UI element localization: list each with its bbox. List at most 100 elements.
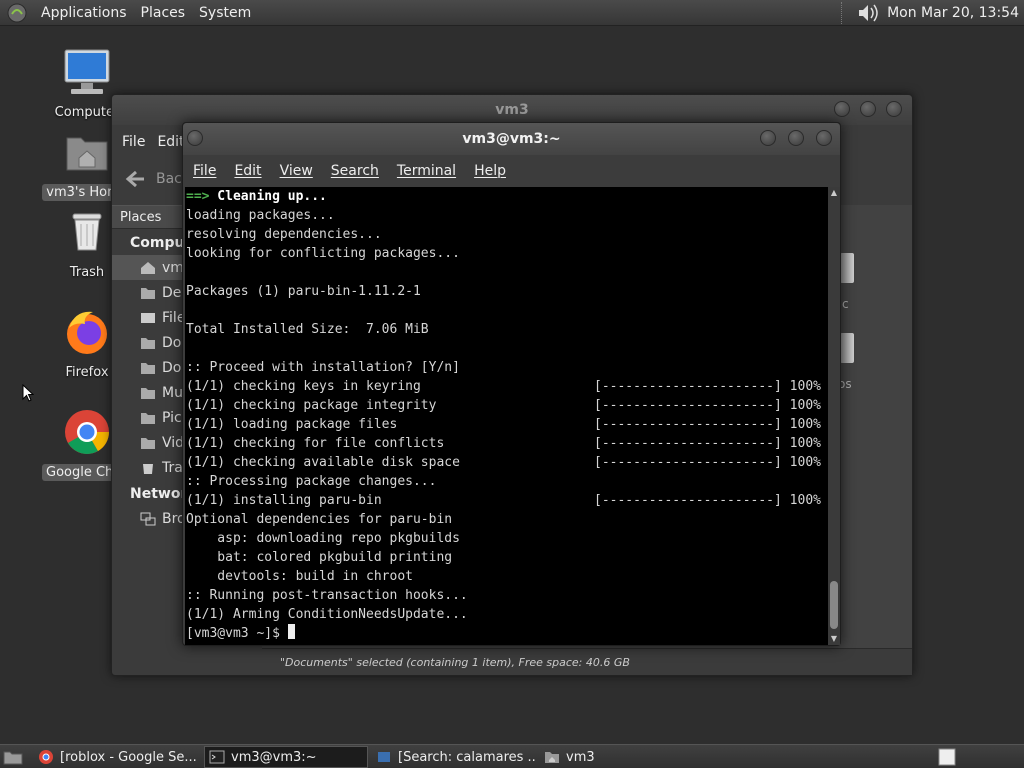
terminal-line-text: :: Proceed with installation? [Y/n] [186, 360, 460, 375]
terminal-progress-bar: [----------------------] 100% [594, 398, 821, 413]
terminal-arrow-marker: ==> [186, 189, 210, 204]
terminal-prompt-line[interactable]: [vm3@vm3 ~]$ [185, 624, 829, 643]
fm-minimize-button[interactable] [834, 101, 850, 117]
terminal-line: looking for conflicting packages... [185, 244, 829, 263]
scroll-down-arrow-icon[interactable]: ▼ [828, 633, 840, 645]
terminal-scrollbar[interactable]: ▲ ▼ [828, 187, 840, 645]
terminal-line-text: (1/1) checking package integrity [186, 398, 437, 413]
terminal-progress-bar: [----------------------] 100% [594, 417, 821, 432]
terminal-line: resolving dependencies... [185, 225, 829, 244]
clock[interactable]: Mon Mar 20, 13:54 [887, 5, 1024, 21]
terminal-line-text: :: Processing package changes... [186, 474, 437, 489]
folder-icon [141, 387, 155, 399]
folder-icon [141, 337, 155, 349]
terminal-line-text: loading packages... [186, 208, 335, 223]
computer-icon [64, 49, 110, 94]
terminal-line: Packages (1) paru-bin-1.11.2-1 [185, 282, 829, 301]
task-label: [roblox - Google Se... [60, 749, 197, 765]
terminal-line-text: (1/1) installing paru-bin [186, 493, 382, 508]
terminal-line: Optional dependencies for paru-bin [185, 510, 829, 529]
desktop-icon-label: Trash [69, 265, 105, 280]
fm-close-button[interactable] [886, 101, 902, 117]
terminal-menu-help[interactable]: Help [474, 163, 524, 179]
task-label: vm3 [566, 749, 595, 765]
terminal-line: loading packages... [185, 206, 829, 225]
terminal-progress-bar: [----------------------] 100% [594, 379, 821, 394]
task-label: [Search: calamares ... [398, 749, 536, 765]
file-manager-title[interactable]: vm3 [112, 95, 912, 125]
terminal-minimize-button[interactable] [760, 130, 776, 146]
terminal-line-text: bat: colored pkgbuild printing [186, 550, 453, 565]
scrollbar-thumb[interactable] [830, 581, 838, 629]
folder-icon [141, 287, 155, 299]
terminal-prompt: [vm3@vm3 ~]$ [186, 626, 288, 641]
task-file-manager[interactable]: vm3 [540, 746, 640, 768]
task-terminal[interactable]: vm3@vm3:~ [204, 746, 368, 768]
terminal-menubar: File Edit View Search Terminal Help [183, 155, 840, 187]
folder-icon [141, 362, 155, 374]
terminal-line: (1/1) checking keys in keyring [---------… [185, 377, 829, 396]
system-menu[interactable]: System [192, 5, 258, 21]
drive-icon [141, 312, 155, 323]
home-icon [141, 261, 155, 274]
places-menu[interactable]: Places [134, 5, 193, 21]
terminal-line: (1/1) Arming ConditionNeedsUpdate... [185, 605, 829, 624]
terminal-menu-edit[interactable]: Edit [234, 163, 279, 179]
terminal-progress-bar: [----------------------] 100% [594, 436, 821, 451]
back-arrow-icon[interactable] [124, 168, 146, 190]
file-item-icon[interactable] [840, 253, 854, 283]
terminal-line-text: (1/1) checking available disk space [186, 455, 460, 470]
fm-maximize-button[interactable] [860, 101, 876, 117]
trash-icon [143, 463, 153, 474]
workspace-switcher-icon[interactable] [938, 748, 956, 766]
task-search[interactable]: [Search: calamares ... [372, 746, 536, 768]
scroll-up-arrow-icon[interactable]: ▲ [828, 187, 840, 199]
search-window-icon [378, 752, 390, 762]
fm-statusbar: "Documents" selected (containing 1 item)… [262, 648, 912, 675]
file-item-icon[interactable] [840, 333, 854, 363]
terminal-line-text: (1/1) checking keys in keyring [186, 379, 421, 394]
terminal-line-text: Optional dependencies for paru-bin [186, 512, 453, 527]
terminal-menu-view[interactable]: View [280, 163, 331, 179]
desktop-icon-label: Firefox [65, 365, 109, 380]
home-folder-icon [66, 137, 108, 171]
terminal-line-text: (1/1) Arming ConditionNeedsUpdate... [186, 607, 468, 622]
terminal-cursor [287, 624, 295, 639]
terminal-line: :: Running post-transaction hooks... [185, 586, 829, 605]
terminal-line-text: looking for conflicting packages... [186, 246, 460, 261]
chrome-icon [65, 410, 109, 454]
volume-icon[interactable] [855, 2, 881, 24]
terminal-menu-search[interactable]: Search [331, 163, 397, 179]
terminal-line: (1/1) checking available disk space [----… [185, 453, 829, 472]
terminal-menu-button[interactable] [187, 130, 203, 146]
file-item-label: c [842, 297, 849, 311]
terminal-title[interactable]: vm3@vm3:~ [183, 123, 840, 155]
terminal-menu-terminal[interactable]: Terminal [397, 163, 474, 179]
terminal-output[interactable]: ==> Cleaning up... loading packages... res… [185, 187, 829, 645]
terminal-progress-bar: [----------------------] 100% [594, 455, 821, 470]
terminal-line-text: Cleaning up... [209, 189, 327, 204]
terminal-line: (1/1) installing paru-bin [--------------… [185, 491, 829, 510]
applications-menu[interactable]: Applications [34, 5, 134, 21]
terminal-line-text: resolving dependencies... [186, 227, 382, 242]
task-chrome[interactable]: [roblox - Google Se... [34, 746, 200, 768]
firefox-icon [67, 311, 107, 354]
terminal-line-text: (1/1) checking for file conflicts [186, 436, 445, 451]
terminal-maximize-button[interactable] [788, 130, 804, 146]
terminal-icon [209, 750, 225, 764]
mate-logo-icon[interactable] [6, 2, 28, 24]
terminal-line-text: devtools: build in chroot [186, 569, 413, 584]
terminal-line-text: (1/1) loading package files [186, 417, 398, 432]
terminal-line: (1/1) checking package integrity [-------… [185, 396, 829, 415]
terminal-line: devtools: build in chroot [185, 567, 829, 586]
mouse-pointer-icon [22, 384, 34, 402]
fm-menu-file[interactable]: File [122, 134, 157, 150]
terminal-close-button[interactable] [816, 130, 832, 146]
terminal-menu-file[interactable]: File [193, 163, 234, 179]
show-desktop-icon[interactable] [2, 748, 24, 766]
terminal-line: ==> Cleaning up... [185, 187, 829, 206]
terminal-window[interactable]: vm3@vm3:~ File Edit View Search Terminal… [182, 122, 841, 646]
terminal-line: asp: downloading repo pkgbuilds [185, 529, 829, 548]
